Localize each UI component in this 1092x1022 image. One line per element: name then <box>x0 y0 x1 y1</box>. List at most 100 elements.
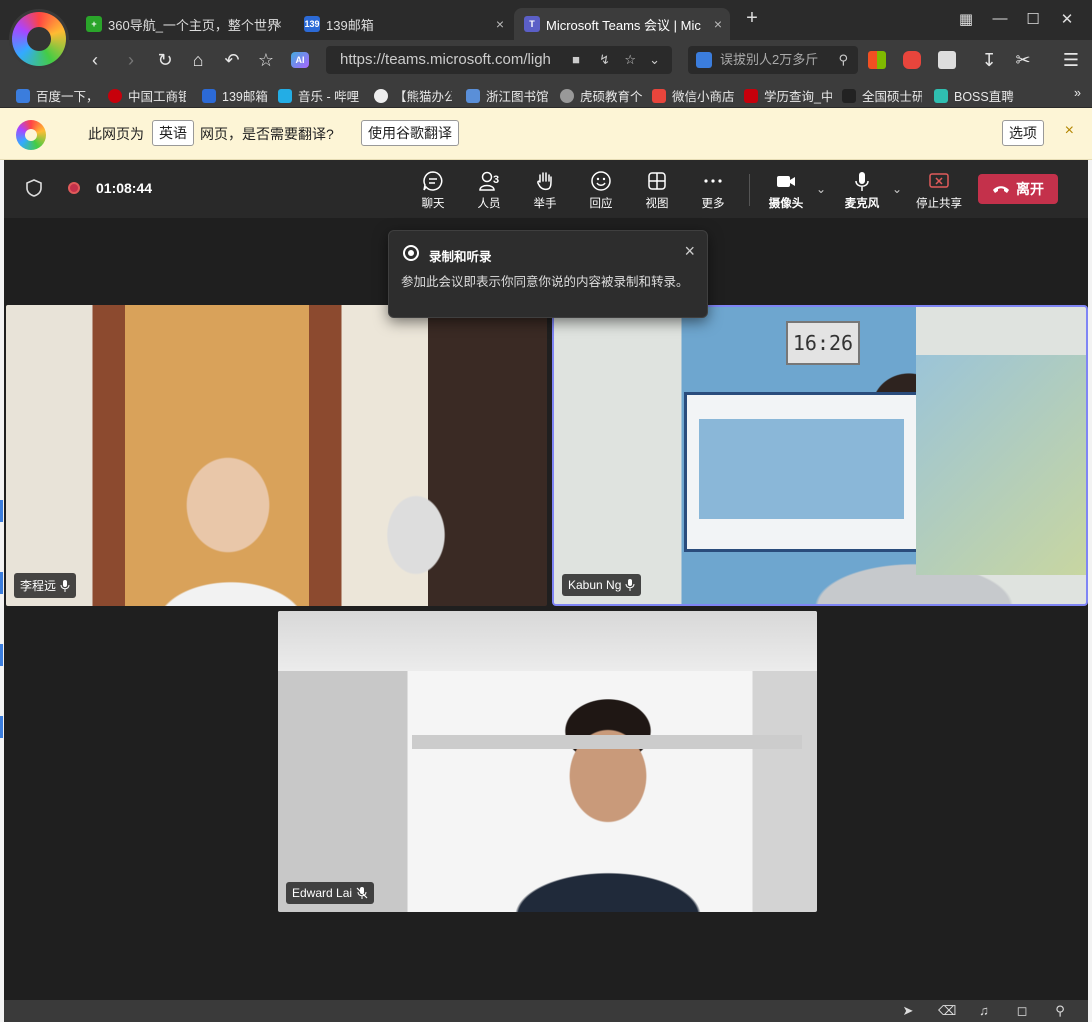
view-button[interactable]: 视图 <box>631 170 683 211</box>
close-icon[interactable]: × <box>1065 122 1074 140</box>
zoom-search-icon[interactable]: ⚲ <box>1052 1003 1068 1019</box>
react-button[interactable]: 回应 <box>575 170 627 211</box>
mic-button[interactable]: 麦克风 <box>836 170 888 211</box>
bookmark-star-icon[interactable]: ☆ <box>253 48 279 72</box>
tab-139-mail[interactable]: 139 139邮箱 × <box>294 8 512 40</box>
scissors-icon[interactable]: ✂ <box>1010 48 1036 72</box>
mic-options-chevron-icon[interactable]: ⌄ <box>892 182 902 196</box>
ai-assistant-icon[interactable]: AI <box>291 52 309 68</box>
source-language-button[interactable]: 英语 <box>152 120 194 146</box>
google-translate-button[interactable]: 使用谷歌翻译 <box>361 120 459 146</box>
close-window-button[interactable]: ✕ <box>1055 10 1079 28</box>
download-icon[interactable]: ↧ <box>976 48 1002 72</box>
leave-button[interactable]: 离开 <box>978 174 1058 204</box>
camera-button[interactable]: 摄像头 <box>760 170 812 211</box>
game-controller-icon[interactable] <box>903 51 921 69</box>
browser-logo-icon[interactable] <box>12 12 66 66</box>
microphone-muted-icon <box>356 887 368 899</box>
participant-name: 李程远 <box>20 579 57 593</box>
back-button[interactable]: ‹ <box>82 48 108 72</box>
window-restore-icon[interactable]: ◻ <box>1014 1003 1030 1019</box>
bookmark-baidu[interactable]: 百度一下， <box>16 86 99 105</box>
close-icon[interactable]: × <box>684 241 695 262</box>
forward-button[interactable]: › <box>118 48 144 72</box>
tab-360-nav[interactable]: + 360导航_一个主页，整个世界 × <box>76 8 290 40</box>
store-icon <box>652 88 666 103</box>
recording-notice-popup: 录制和听录 × 参加此会议即表示你同意你说的内容被录制和转录。 <box>388 230 708 318</box>
undo-close-icon[interactable]: ↶ <box>219 48 245 72</box>
bookmark-graduate-exam[interactable]: 全国硕士研 <box>842 86 922 105</box>
bookmarks-bar: 百度一下， 中国工商银 139邮箱 音乐 - 哔哩 【熊猫办公 浙江图书馆 虎硕… <box>0 80 1092 108</box>
teams-meeting-stage: 01:08:44 聊天 3 人员 举手 回应 视图 更多 摄像头 ⌄ 麦克风 ⌄… <box>4 160 1088 1000</box>
raise-hand-button[interactable]: 举手 <box>519 170 571 211</box>
microphone-icon <box>60 579 70 592</box>
participant-video-tile-active-speaker[interactable]: 16:26 Kabun Ng <box>552 305 1088 606</box>
minimize-button[interactable]: — <box>988 10 1012 27</box>
search-input[interactable]: 误拔别人2万多斤 ⚲ <box>688 46 858 74</box>
139-icon <box>202 88 216 103</box>
grid-view-icon <box>648 172 666 190</box>
more-button[interactable]: 更多 <box>687 170 739 211</box>
bookmark-degree-query[interactable]: 学历查询_中 <box>744 86 832 105</box>
more-label: 更多 <box>701 198 725 210</box>
tab-teams-meeting[interactable]: T Microsoft Teams 会议 | Mic × <box>514 8 730 40</box>
participant-video-tile[interactable]: Edward Lai <box>278 611 817 912</box>
popup-title: 录制和听录 <box>429 250 492 264</box>
bookmark-boss-zhipin[interactable]: BOSS直聘 <box>934 86 1014 105</box>
tab-close-icon[interactable]: × <box>496 16 504 32</box>
wall-clock-display: 16:26 <box>786 321 860 365</box>
reader-book-icon[interactable] <box>938 51 956 69</box>
tab-close-icon[interactable]: × <box>714 16 722 32</box>
camera-permission-icon[interactable]: ■ <box>572 46 580 74</box>
139-mail-icon: 139 <box>304 16 320 32</box>
shield-icon[interactable] <box>26 179 42 197</box>
address-bar[interactable]: https://teams.microsoft.com/ligh ■ ↯ ☆ ⌄ <box>326 46 672 74</box>
react-label: 回应 <box>589 198 613 210</box>
chevron-down-icon[interactable]: ⌄ <box>649 46 660 74</box>
bookmark-wechat-store[interactable]: 微信小商店 <box>652 86 735 105</box>
menu-icon[interactable]: ☰ <box>1058 48 1084 72</box>
boss-icon <box>934 88 948 103</box>
camera-icon <box>777 176 795 187</box>
record-icon <box>403 245 419 261</box>
icbc-icon <box>108 88 122 103</box>
toolbar-divider <box>749 174 750 206</box>
bookmark-hushuo-edu[interactable]: 虎硕教育个 <box>560 86 654 105</box>
maximize-button[interactable]: ☐ <box>1021 10 1045 28</box>
bookmark-icbc[interactable]: 中国工商银 <box>108 86 186 105</box>
bookmark-zhejiang-library[interactable]: 浙江图书馆 <box>466 86 549 105</box>
lightning-icon[interactable]: ↯ <box>599 46 610 74</box>
home-icon[interactable]: ⌂ <box>185 48 211 72</box>
stop-share-button[interactable]: 停止共享 <box>912 170 966 211</box>
reload-icon[interactable]: ↻ <box>152 48 178 72</box>
participant-name: Kabun Ng <box>568 578 622 592</box>
rocket-accelerate-icon[interactable]: ➤ <box>900 1003 916 1019</box>
chat-button[interactable]: 聊天 <box>407 170 459 211</box>
trash-clean-icon[interactable]: ⌫ <box>938 1003 956 1019</box>
bookmark-bilibili-music[interactable]: 音乐 - 哔哩 <box>278 86 362 105</box>
search-icon[interactable]: ⚲ <box>838 46 848 74</box>
participant-video-tile[interactable]: 李程远 <box>6 305 547 606</box>
camera-options-chevron-icon[interactable]: ⌄ <box>816 182 826 196</box>
shirt-skin-icon[interactable]: ▦ <box>954 10 978 28</box>
participant-name-tag: Edward Lai <box>286 882 375 904</box>
translate-options-button[interactable]: 选项 <box>1002 120 1044 146</box>
people-button[interactable]: 3 人员 <box>463 170 515 211</box>
browser-status-bar: ➤ ⌫ ♫ ◻ ⚲ <box>4 1000 1088 1022</box>
tab-close-icon[interactable]: × <box>274 16 282 32</box>
bookmark-139-mail[interactable]: 139邮箱 <box>202 86 268 105</box>
popup-body: 参加此会议即表示你同意你说的内容被录制和转录。 <box>401 275 689 289</box>
bookmarks-more-button[interactable]: » <box>1074 86 1081 100</box>
translate-bar: 此网页为 英语 网页，是否需要翻译? 使用谷歌翻译 选项 × <box>0 108 1092 160</box>
apps-grid-icon[interactable] <box>868 51 886 69</box>
grad-cap-icon <box>842 88 856 103</box>
new-tab-button[interactable]: + <box>740 7 764 30</box>
stop-share-icon <box>929 173 949 188</box>
globe-icon <box>560 88 574 103</box>
speaker-icon[interactable]: ♫ <box>976 1003 992 1018</box>
browser-tab-strip: + 360导航_一个主页，整个世界 × 139 139邮箱 × T Micros… <box>0 0 1092 40</box>
panda-icon <box>374 88 388 103</box>
bookmark-panda-office[interactable]: 【熊猫办公 <box>374 86 452 105</box>
address-url: https://teams.microsoft.com/ligh <box>340 51 551 68</box>
favorite-star-icon[interactable]: ☆ <box>624 46 636 74</box>
